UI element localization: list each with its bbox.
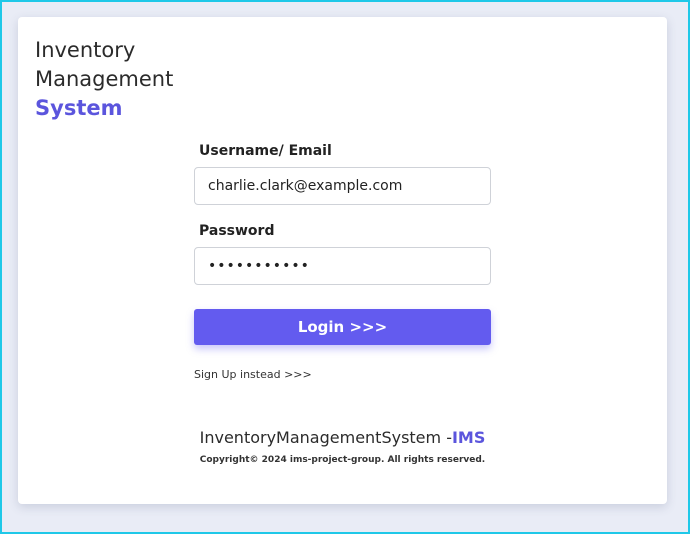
footer-title: InventoryManagementSystem -IMS (18, 427, 667, 449)
password-input[interactable] (194, 247, 491, 285)
footer-title-main: InventoryManagementSystem - (199, 428, 452, 447)
footer: InventoryManagementSystem -IMS Copyright… (18, 427, 667, 465)
username-input[interactable] (194, 167, 491, 205)
brand-line-2: Management (35, 67, 174, 91)
login-card: Inventory Management System Username/ Em… (18, 17, 667, 504)
password-label: Password (199, 223, 275, 239)
app-logo-text: Inventory Management System (35, 36, 173, 123)
signup-link[interactable]: Sign Up instead >>> (194, 368, 312, 381)
username-label: Username/ Email (199, 143, 332, 159)
login-button[interactable]: Login >>> (194, 309, 491, 345)
footer-title-accent: IMS (451, 428, 486, 447)
login-form: Username/ Email Password Login >>> Sign … (194, 141, 491, 381)
copyright-text: Copyright© 2024 ims-project-group. All r… (199, 455, 486, 465)
brand-line-1: Inventory (35, 38, 136, 62)
brand-line-3: System (35, 96, 123, 120)
